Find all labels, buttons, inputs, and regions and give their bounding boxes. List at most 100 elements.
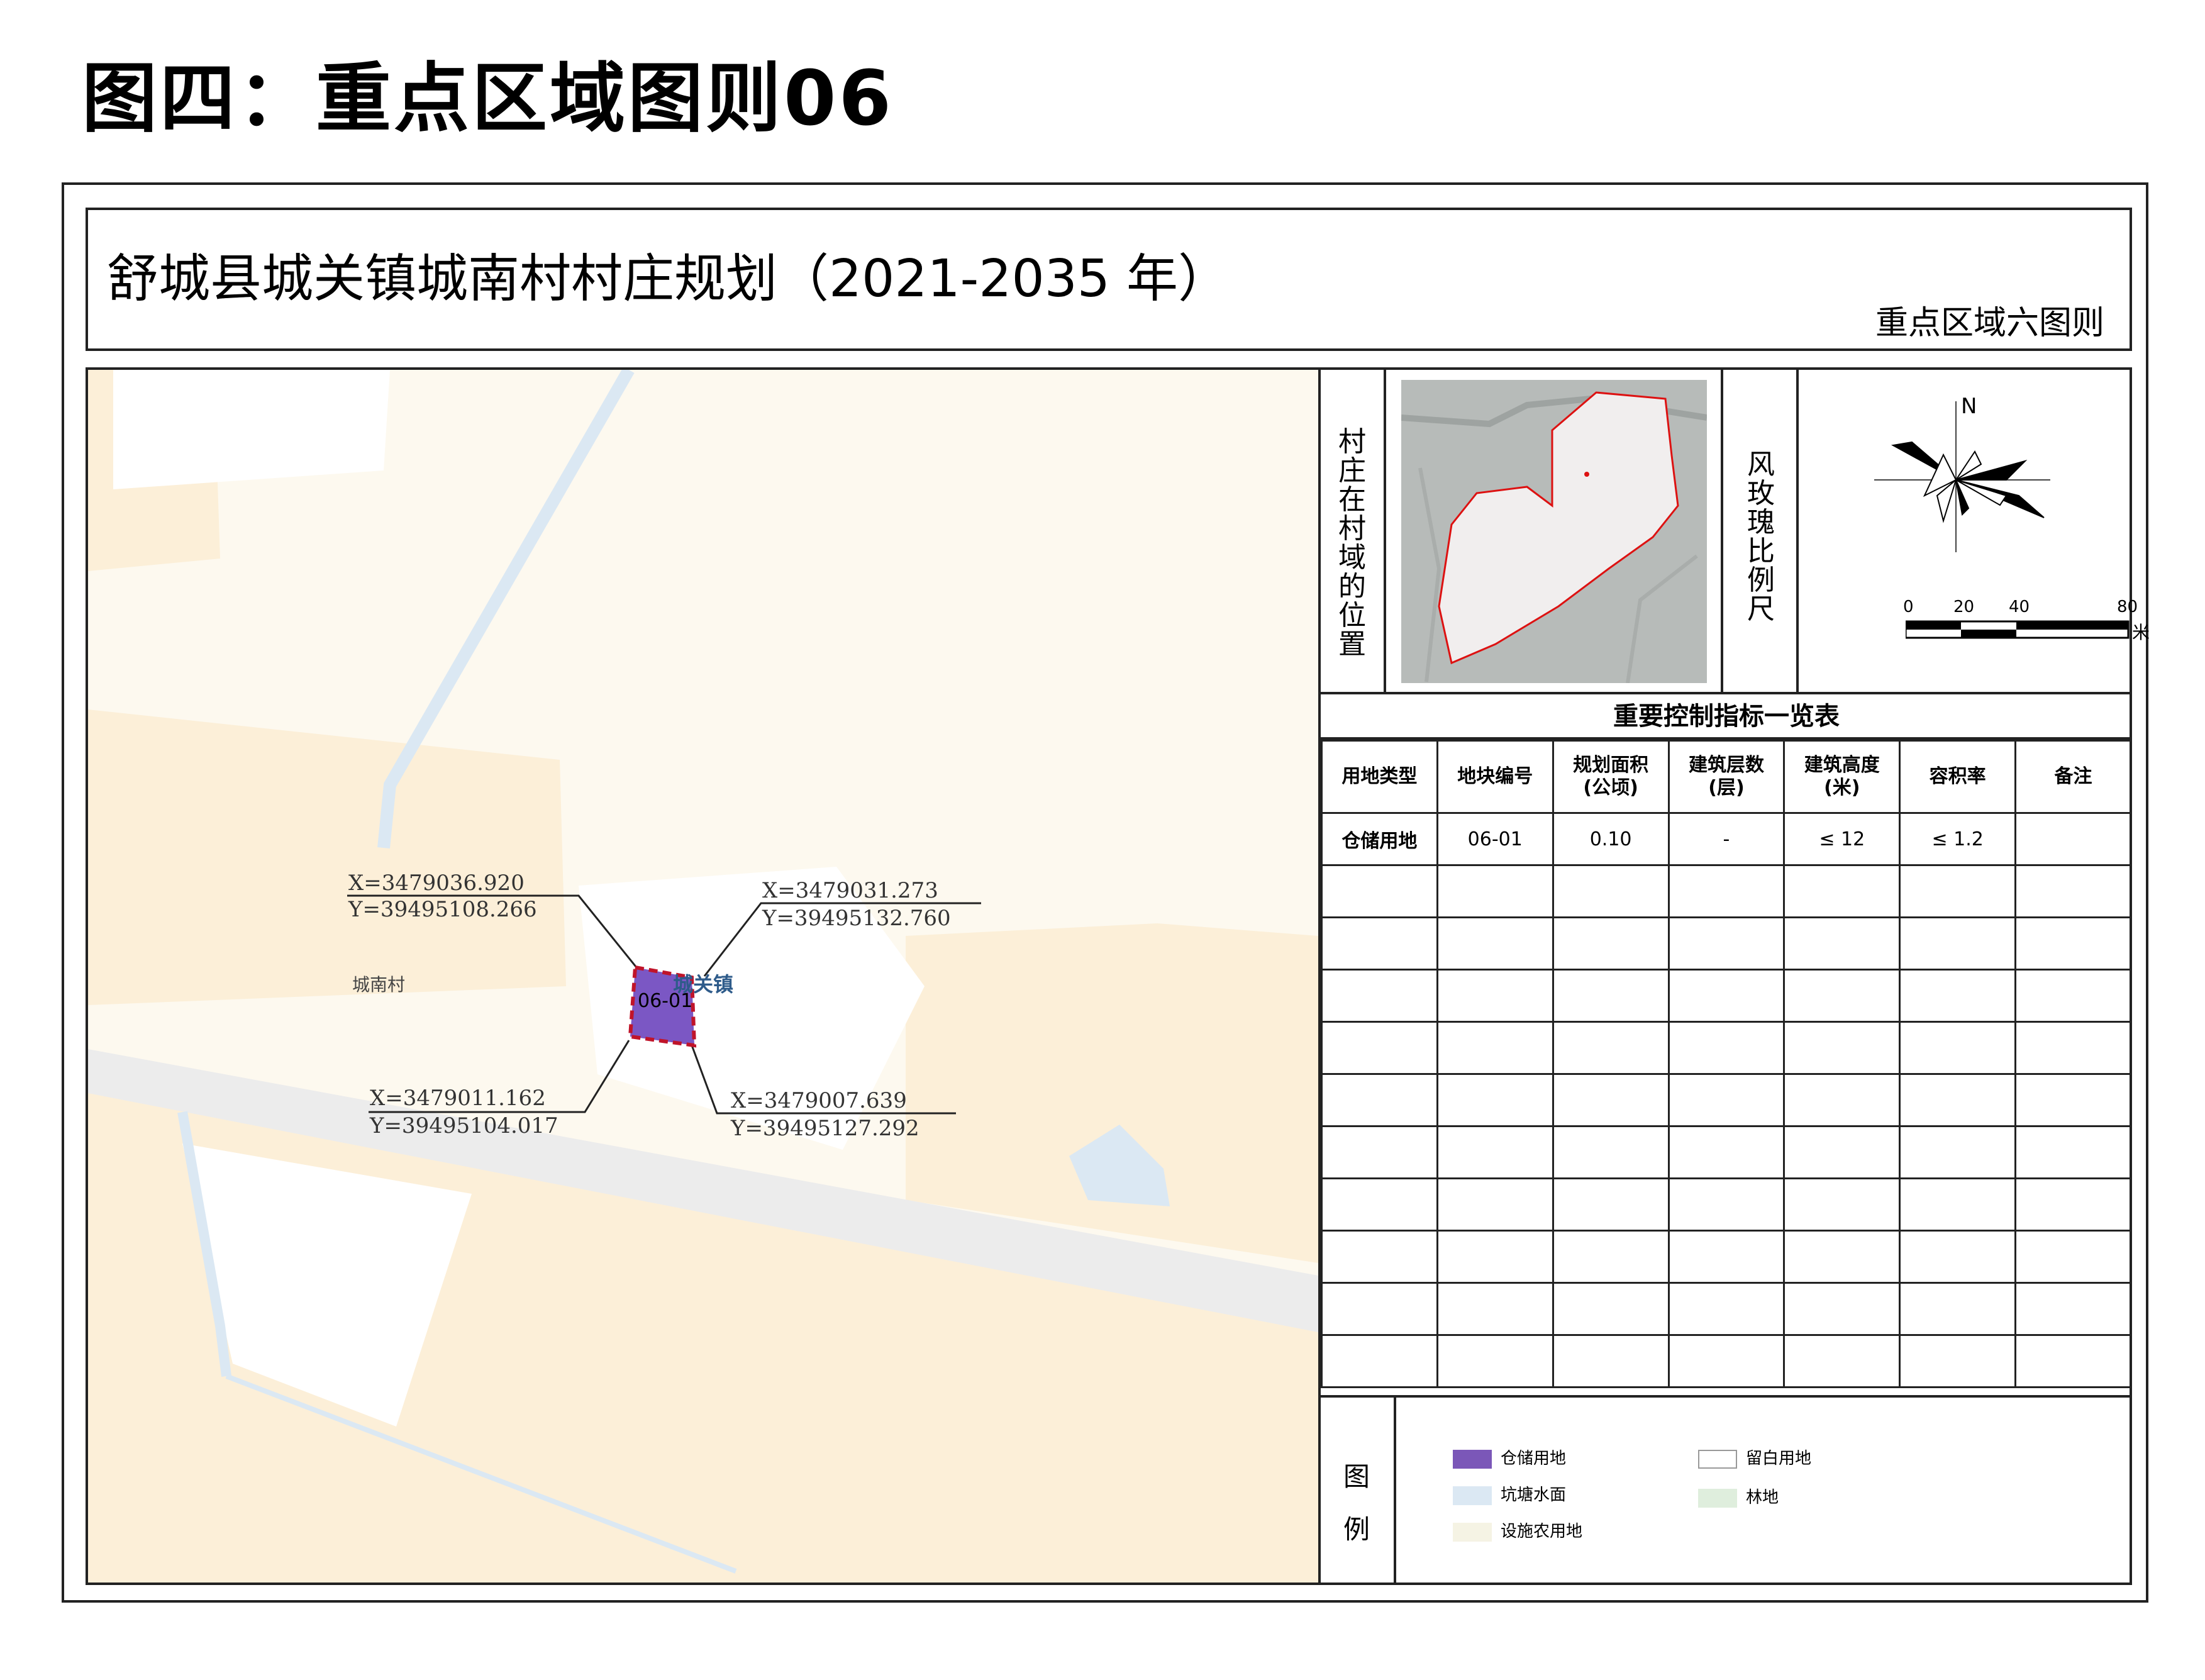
legend-item-warehouse: 仓储用地: [1453, 1445, 1566, 1469]
table-cell: [1321, 969, 1438, 1023]
table-cell: [1321, 1021, 1438, 1075]
map-area[interactable]: X=3479036.920 Y=39495108.266 X=3479031.2…: [88, 370, 1318, 1583]
table-row-empty: [1321, 1073, 2132, 1127]
table-header-row: 用地类型 地块编号 规划面积 (公顷) 建筑层数 (层) 建筑高度 (米) 容积率 备…: [1321, 740, 2132, 814]
table-cell: [1436, 1073, 1554, 1127]
legend-item-reserved: 留白用地: [1698, 1445, 1811, 1469]
table-cell: [1783, 916, 1901, 971]
table-cell: [1899, 969, 2017, 1023]
legend-label-top: 图: [1343, 1461, 1370, 1492]
header-notes: 备注: [2014, 740, 2132, 814]
table-cell: [1667, 916, 1786, 971]
header-floors: 建筑层数 (层): [1667, 740, 1786, 814]
table-cell: [1783, 969, 1901, 1023]
table-cell: [1552, 1230, 1670, 1284]
legend-item-pond: 坑塘水面: [1453, 1482, 1566, 1505]
legend-item-facility-farmland: 设施农用地: [1453, 1518, 1582, 1542]
table-row-empty: [1321, 1021, 2132, 1075]
table-cell: [2014, 1125, 2132, 1179]
table-cell: [1899, 1177, 2017, 1232]
scale-tick-20: 20: [1953, 598, 1975, 616]
table-cell: [2014, 916, 2132, 971]
table-cell: [1321, 1125, 1438, 1179]
control-index-table: 用地类型 地块编号 规划面积 (公顷) 建筑层数 (层) 建筑高度 (米) 容积率 备…: [1321, 740, 2132, 1388]
coord-top-right-y: Y=39495132.760: [762, 906, 951, 931]
reserved-area: [113, 370, 390, 489]
wind-rose-icon: [1874, 401, 2050, 552]
windrose-label: 风玫瑰比例尺: [1747, 448, 1775, 625]
table-cell: [2014, 812, 2132, 866]
legend-swatch: [1698, 1488, 1737, 1508]
table-cell: -: [1667, 812, 1786, 866]
table-cell: [1552, 1021, 1670, 1075]
scale-bar: [1906, 620, 2130, 639]
table-cell: ≤ 12: [1783, 812, 1901, 866]
coord-top-left-x: X=3479036.920: [348, 871, 525, 896]
table-cell: [1667, 1282, 1786, 1336]
table-cell: [1899, 864, 2017, 918]
scale-unit: 米: [2132, 622, 2150, 643]
legend-label-cell: 图 例: [1321, 1398, 1396, 1583]
legend-item-forest: 林地: [1698, 1484, 1779, 1508]
table-cell: [1667, 1125, 1786, 1179]
location-map-image: [1401, 380, 1707, 683]
table-cell: 仓储用地: [1321, 812, 1438, 866]
location-label: 村庄在村域的位置: [1338, 426, 1366, 660]
table-row-empty: [1321, 1125, 2132, 1179]
table-cell: [1552, 916, 1670, 971]
table-cell: [2014, 1177, 2132, 1232]
table-cell: [1667, 1073, 1786, 1127]
table-cell: [1321, 1334, 1438, 1388]
table-cell: [1552, 1073, 1670, 1127]
coord-bottom-right-x: X=3479007.639: [731, 1088, 907, 1113]
table-row: 仓储用地 06-01 0.10 - ≤ 12 ≤ 1.2: [1321, 812, 2132, 866]
title-panel: 舒城县城关镇城南村村庄规划（2021-2035 年） 重点区域六图则: [86, 208, 2132, 351]
table-cell: [2014, 1282, 2132, 1336]
table-row-empty: [1321, 916, 2132, 971]
table-cell: [1321, 1073, 1438, 1127]
table-cell: 06-01: [1436, 812, 1554, 866]
table-cell: [1436, 1021, 1554, 1075]
legend-swatch: [1698, 1449, 1737, 1469]
table-cell: [2014, 969, 2132, 1023]
table-cell: [1783, 864, 1901, 918]
header-area: 规划面积 (公顷): [1552, 740, 1670, 814]
table-cell: [1552, 1177, 1670, 1232]
table-cell: [1667, 1177, 1786, 1232]
table-cell: [1321, 1282, 1438, 1336]
table-cell: [1667, 1334, 1786, 1388]
table-cell: [2014, 864, 2132, 918]
table-cell: [2014, 1073, 2132, 1127]
scale-tick-0: 0: [1903, 598, 1914, 616]
table-cell: [1899, 1073, 2017, 1127]
table-cell: [1899, 1125, 2017, 1179]
scale-tick-80: 80: [2117, 598, 2138, 616]
table-cell: [1436, 969, 1554, 1023]
table-cell: [1899, 916, 2017, 971]
windrose-label-cell: 风玫瑰比例尺: [1721, 370, 1799, 692]
table-row-empty: [1321, 969, 2132, 1023]
location-label-cell: 村庄在村域的位置: [1321, 370, 1386, 692]
table-cell: [1899, 1282, 2017, 1336]
table-cell: [1783, 1282, 1901, 1336]
parcel-label: 06-01: [638, 990, 693, 1012]
header-far: 容积率: [1899, 740, 2017, 814]
table-cell: [1783, 1230, 1901, 1284]
main-panel: X=3479036.920 Y=39495108.266 X=3479031.2…: [86, 367, 2150, 1585]
village-label: 城南村: [352, 974, 406, 995]
table-cell: [2014, 1334, 2132, 1388]
table-cell: [1899, 1021, 2017, 1075]
sidebar: 村庄在村域的位置 风玫瑰比例尺 N 0 20 40 80 米 重要控制指标一览表…: [1318, 370, 2150, 1583]
table-cell: [1321, 916, 1438, 971]
table-row-empty: [1321, 1334, 2132, 1388]
table-row-empty: [1321, 1230, 2132, 1284]
coord-top-left-y: Y=39495108.266: [348, 897, 537, 922]
table-row-empty: [1321, 864, 2132, 918]
table-cell: [1783, 1334, 1901, 1388]
table-cell: [1552, 969, 1670, 1023]
table-cell: [1436, 916, 1554, 971]
table-cell: [1436, 1125, 1554, 1179]
table-cell: [1667, 1230, 1786, 1284]
legend-swatch: [1453, 1522, 1492, 1542]
table-cell: ≤ 1.2: [1899, 812, 2017, 866]
